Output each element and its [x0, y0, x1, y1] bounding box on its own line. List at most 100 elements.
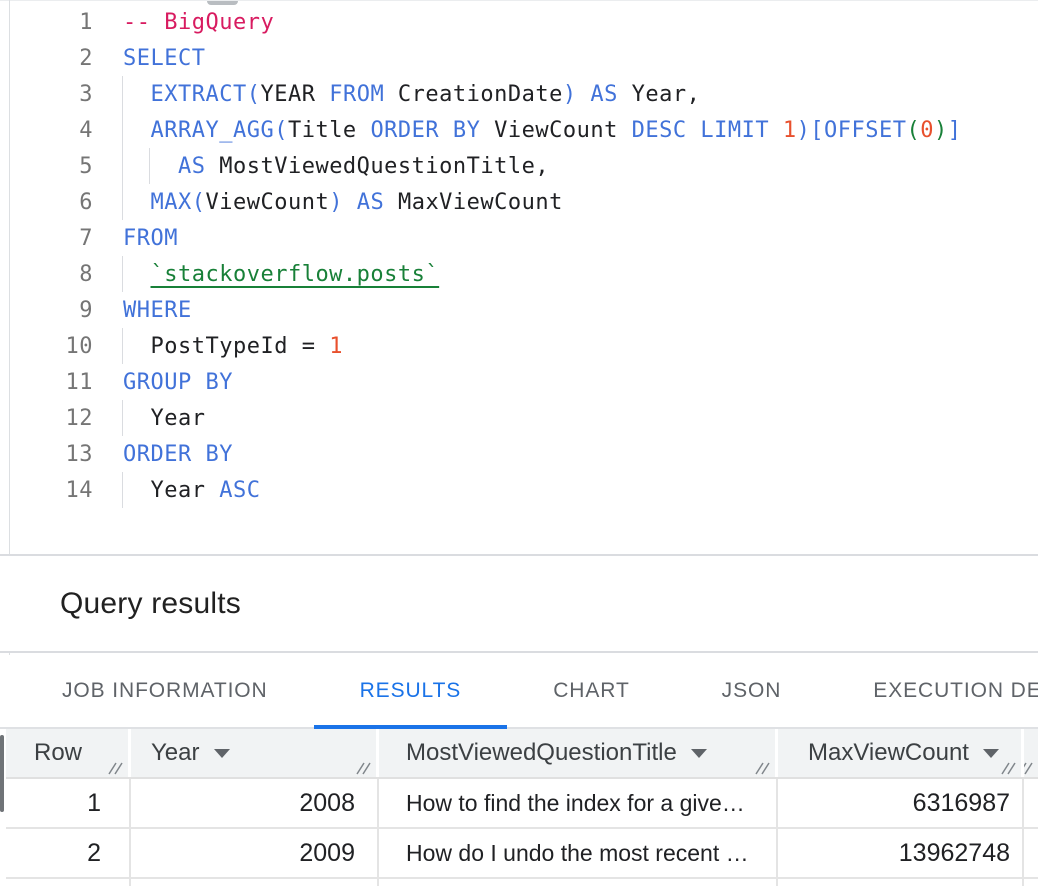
sort-arrow-icon[interactable] [983, 749, 999, 758]
tab-chart[interactable]: CHART [507, 655, 675, 727]
code-line: 2SELECT [0, 40, 1038, 76]
table-header-row: Row Year MostViewedQuestionTitle MaxViewCou… [6, 729, 1038, 779]
column-header-label: MaxViewCount [808, 739, 969, 767]
code-token: 0 [920, 118, 934, 143]
code-token: Year [123, 406, 205, 431]
code-token: ORDER BY [370, 118, 480, 143]
tab-label: RESULTS [360, 679, 462, 703]
code-token: ViewCount [205, 190, 329, 215]
cell-extra [1024, 879, 1038, 886]
cell-title: How do I undo the most recent … [379, 829, 778, 877]
column-header-label: MostViewedQuestionTitle [406, 739, 677, 767]
code-token: FROM [123, 226, 178, 251]
indent-guide [122, 400, 123, 436]
sort-arrow-icon[interactable] [214, 749, 230, 758]
code-token: MaxViewCount [384, 190, 563, 215]
code-token: WHERE [123, 298, 192, 323]
cell-year: 2008 [131, 779, 379, 827]
column-header-mostviewedquestiontitle[interactable]: MostViewedQuestionTitle [379, 729, 778, 777]
column-header-label: Row [34, 739, 82, 767]
sort-arrow-icon[interactable] [691, 749, 707, 758]
code-text: PostTypeId = 1 [123, 334, 343, 359]
table-row: 12008How to find the index for a give…63… [6, 779, 1038, 829]
indent-guide [122, 112, 123, 148]
cell-row [6, 879, 131, 886]
code-token: PostTypeId = [151, 334, 330, 359]
code-text: Year [123, 406, 205, 431]
code-token: ] [948, 118, 962, 143]
table-row: 22009How do I undo the most recent …1396… [6, 829, 1038, 879]
code-token: ) [934, 118, 948, 143]
column-resize-handle[interactable] [1024, 761, 1033, 775]
code-token: DESC LIMIT [632, 118, 783, 143]
cell-value: 2 [87, 839, 101, 868]
indent-guide [122, 472, 123, 508]
code-token [343, 190, 357, 215]
code-token [123, 82, 151, 107]
column-resize-handle[interactable] [107, 761, 123, 775]
line-number: 3 [0, 82, 93, 107]
indent-guide [122, 328, 123, 364]
code-token [123, 118, 151, 143]
column-header-maxviewcount[interactable]: MaxViewCount [778, 729, 1024, 777]
code-token: SELECT [123, 46, 205, 71]
code-token [123, 262, 151, 287]
code-line: 6 MAX(ViewCount) AS MaxViewCount [0, 184, 1038, 220]
code-line: 7 FROM [0, 220, 1038, 256]
code-token: AS [590, 82, 618, 107]
column-resize-handle[interactable] [1000, 761, 1016, 775]
code-token [123, 154, 178, 179]
code-token: MAX( [151, 190, 206, 215]
line-number: 7 [0, 226, 93, 251]
code-text: FROM [123, 226, 178, 251]
code-token: ( [907, 118, 921, 143]
code-token: Year, [618, 82, 700, 107]
vertical-scrollbar-thumb[interactable] [0, 735, 4, 812]
code-text: Year ASC [123, 478, 260, 503]
tab-json[interactable]: JSON [676, 655, 828, 727]
code-token: CreationDate [384, 82, 563, 107]
line-number: 14 [0, 478, 93, 503]
line-number: 10 [0, 334, 93, 359]
table-reference-link[interactable]: `stackoverflow.posts` [151, 262, 440, 287]
line-number: 11 [0, 370, 93, 395]
column-header-row[interactable]: Row [6, 729, 131, 777]
code-text: -- BigQuery [123, 10, 274, 35]
column-header-year[interactable]: Year [131, 729, 379, 777]
tab-results[interactable]: RESULTS [314, 655, 508, 727]
tab-label: JOB INFORMATION [62, 679, 268, 703]
indent-guide [122, 184, 123, 220]
tab-execution-details[interactable]: EXECUTION DETAILS [827, 655, 1038, 727]
code-line: 11 GROUP BY [0, 364, 1038, 400]
cell-value: 6316987 [913, 789, 1010, 818]
code-token [123, 334, 151, 359]
code-token: GROUP BY [123, 370, 233, 395]
column-resize-handle[interactable] [355, 761, 371, 775]
cell-max: 6316987 [778, 779, 1024, 827]
code-token: ViewCount [480, 118, 631, 143]
code-token: 1 [783, 118, 797, 143]
table-row-partial [6, 879, 1038, 886]
code-line: 13ORDER BY [0, 436, 1038, 472]
code-token: -- BigQuery [123, 10, 274, 35]
results-tabs: JOB INFORMATION RESULTS CHARTJSONEXECUTION… [0, 655, 1038, 729]
code-text: SELECT [123, 46, 205, 71]
code-token: ASC [219, 478, 260, 503]
query-results-header: Query results [0, 556, 1038, 653]
code-text: `stackoverflow.posts` [123, 262, 439, 287]
code-line: 3 EXTRACT(YEAR FROM CreationDate) AS Yea… [0, 76, 1038, 112]
sql-editor[interactable]: 1-- BigQuery2SELECT3 EXTRACT(YEAR FROM C… [0, 0, 1038, 554]
column-resize-handle[interactable] [754, 761, 770, 775]
column-header-extra [1024, 729, 1038, 777]
cell-year: 2009 [131, 829, 379, 877]
code-token: ARRAY_AGG( [151, 118, 288, 143]
code-text: GROUP BY [123, 370, 233, 395]
code-line: 5 AS MostViewedQuestionTitle, [0, 148, 1038, 184]
code-token: ) [329, 190, 343, 215]
tab-job-information[interactable]: JOB INFORMATION [16, 655, 314, 727]
code-token: ORDER BY [123, 442, 233, 467]
indent-guide [122, 76, 123, 112]
code-line: 1-- BigQuery [0, 4, 1038, 40]
code-text: ARRAY_AGG(Title ORDER BY ViewCount DESC … [123, 118, 962, 143]
code-text: MAX(ViewCount) AS MaxViewCount [123, 190, 563, 215]
